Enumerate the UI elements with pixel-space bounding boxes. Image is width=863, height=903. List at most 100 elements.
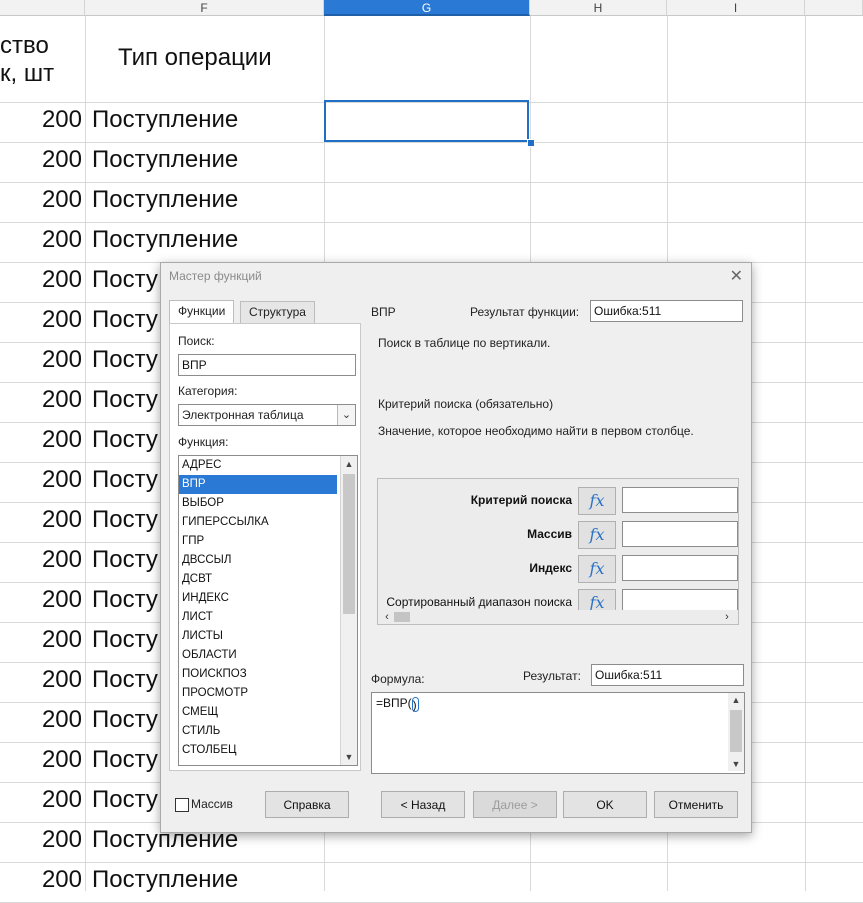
grid-line — [0, 862, 863, 863]
cell-operation-type[interactable]: Поступление — [92, 106, 238, 134]
column-header[interactable]: G — [324, 0, 530, 16]
function-list-item[interactable]: ГИПЕРССЫЛКА — [179, 513, 337, 532]
cell-operation-type[interactable]: Посту — [92, 466, 158, 494]
fx-icon[interactable]: fx — [578, 521, 616, 549]
column-header[interactable] — [805, 0, 863, 16]
fill-handle[interactable] — [527, 139, 535, 147]
next-button[interactable]: Далее > — [473, 791, 557, 818]
function-list-item[interactable]: ПРОСМОТР — [179, 684, 337, 703]
cell-quantity[interactable]: 200 — [0, 146, 82, 174]
cell-quantity[interactable]: 200 — [0, 266, 82, 294]
scroll-down-icon[interactable]: ▼ — [341, 749, 357, 765]
formula-editor[interactable]: =ВПР() ▲ ▼ — [371, 692, 745, 774]
cell-operation-type[interactable]: Посту — [92, 546, 158, 574]
cell-operation-type[interactable]: Посту — [92, 266, 158, 294]
cell-quantity[interactable]: 200 — [0, 866, 82, 894]
column-header[interactable]: H — [530, 0, 667, 16]
cell-quantity[interactable]: 200 — [0, 626, 82, 654]
cell-quantity[interactable]: 200 — [0, 746, 82, 774]
result-label: Результат: — [523, 669, 581, 683]
function-list-item[interactable]: АДРЕС — [179, 456, 337, 475]
tab-functions[interactable]: Функции — [169, 300, 235, 323]
hscroll-thumb[interactable] — [394, 612, 410, 622]
cell-quantity[interactable]: 200 — [0, 666, 82, 694]
back-button[interactable]: < Назад — [381, 791, 465, 818]
function-list-item[interactable]: СМЕЩ — [179, 703, 337, 722]
arg-label-sorted: Сортированный диапазон поиска — [386, 595, 572, 609]
scroll-up-icon[interactable]: ▲ — [728, 693, 744, 707]
cell-operation-type[interactable]: Посту — [92, 306, 158, 334]
cell-quantity[interactable]: 200 — [0, 586, 82, 614]
column-header[interactable]: I — [667, 0, 805, 16]
cell-quantity[interactable]: 200 — [0, 826, 82, 854]
cell-operation-type[interactable]: Посту — [92, 426, 158, 454]
function-list-item[interactable]: ВЫБОР — [179, 494, 337, 513]
cell-quantity[interactable]: 200 — [0, 346, 82, 374]
cell-operation-type[interactable]: Поступление — [92, 146, 238, 174]
cell-operation-type[interactable]: Посту — [92, 346, 158, 374]
cell-quantity[interactable]: 200 — [0, 466, 82, 494]
help-button[interactable]: Справка — [265, 791, 349, 818]
function-result-field: Ошибка:511 — [590, 300, 743, 322]
cell-operation-type[interactable]: Поступление — [92, 226, 238, 254]
scroll-down-icon[interactable]: ▼ — [728, 757, 744, 771]
cell-quantity[interactable]: 200 — [0, 106, 82, 134]
function-list-item[interactable]: ГПР — [179, 532, 337, 551]
column-header[interactable]: F — [85, 0, 324, 16]
tab-structure[interactable]: Структура — [240, 301, 315, 323]
array-checkbox[interactable] — [175, 798, 189, 812]
ok-button[interactable]: OK — [563, 791, 647, 818]
scroll-up-icon[interactable]: ▲ — [341, 456, 357, 472]
function-list-item[interactable]: ЛИСТ — [179, 608, 337, 627]
cell-quantity[interactable]: 200 — [0, 506, 82, 534]
function-list-scrollbar[interactable]: ▲ ▼ — [340, 456, 357, 765]
cell-operation-type[interactable]: Поступление — [92, 866, 238, 894]
function-list-item[interactable]: ВПР — [179, 475, 337, 494]
cell-operation-type[interactable]: Посту — [92, 626, 158, 654]
scroll-left-icon[interactable]: ‹ — [380, 610, 394, 624]
function-list-item[interactable]: ДСВТ — [179, 570, 337, 589]
cell-operation-type[interactable]: Поступление — [92, 186, 238, 214]
cell-operation-type[interactable]: Посту — [92, 586, 158, 614]
cell-operation-type[interactable]: Посту — [92, 746, 158, 774]
function-list-item[interactable]: ИНДЕКС — [179, 589, 337, 608]
cell-quantity[interactable]: 200 — [0, 386, 82, 414]
cell-quantity[interactable]: 200 — [0, 786, 82, 814]
cell-quantity[interactable]: 200 — [0, 706, 82, 734]
arg-input-array[interactable] — [622, 521, 738, 547]
cell-operation-type[interactable]: Посту — [92, 706, 158, 734]
function-list-item[interactable]: СТОЛБЕЦ — [179, 741, 337, 760]
cell-operation-type[interactable]: Посту — [92, 506, 158, 534]
arg-input-lookup[interactable] — [622, 487, 738, 513]
selected-cell-g[interactable] — [324, 100, 529, 142]
cell-quantity[interactable]: 200 — [0, 546, 82, 574]
function-list-item[interactable]: ЛИСТЫ — [179, 627, 337, 646]
search-input[interactable]: ВПР — [178, 354, 356, 376]
chevron-down-icon[interactable]: ⌄ — [337, 405, 355, 425]
scroll-right-icon[interactable]: › — [720, 610, 734, 624]
cell-quantity[interactable]: 200 — [0, 226, 82, 254]
cell-operation-type[interactable]: Посту — [92, 786, 158, 814]
cell-quantity[interactable]: 200 — [0, 306, 82, 334]
close-icon[interactable]: ✕ — [730, 266, 743, 286]
cell-operation-type[interactable]: Посту — [92, 666, 158, 694]
fx-icon[interactable]: fx — [578, 487, 616, 515]
scroll-thumb[interactable] — [343, 474, 355, 614]
function-list-item[interactable]: ОБЛАСТИ — [179, 646, 337, 665]
cell-quantity[interactable]: 200 — [0, 426, 82, 454]
arg-input-index[interactable] — [622, 555, 738, 581]
cell-operation-type[interactable]: Посту — [92, 386, 158, 414]
column-header[interactable] — [0, 0, 85, 16]
fx-icon[interactable]: fx — [578, 555, 616, 583]
formula-scrollbar[interactable]: ▲ ▼ — [728, 693, 744, 771]
function-result-label: Результат функции: — [470, 305, 580, 319]
function-list-item[interactable]: ДВССЫЛ — [179, 551, 337, 570]
category-select[interactable]: Электронная таблица ⌄ — [178, 404, 356, 426]
cell-quantity[interactable]: 200 — [0, 186, 82, 214]
arguments-hscrollbar[interactable]: ‹ › — [378, 610, 738, 624]
function-list-item[interactable]: ПОИСКПОЗ — [179, 665, 337, 684]
function-list-item[interactable]: СТИЛЬ — [179, 722, 337, 741]
cancel-button[interactable]: Отменить — [654, 791, 738, 818]
function-list[interactable]: АДРЕС ВПР ВЫБОР ГИПЕРССЫЛКА ГПР ДВССЫЛ ДСВТ ИНД… — [178, 455, 358, 766]
scroll-thumb[interactable] — [730, 710, 742, 752]
